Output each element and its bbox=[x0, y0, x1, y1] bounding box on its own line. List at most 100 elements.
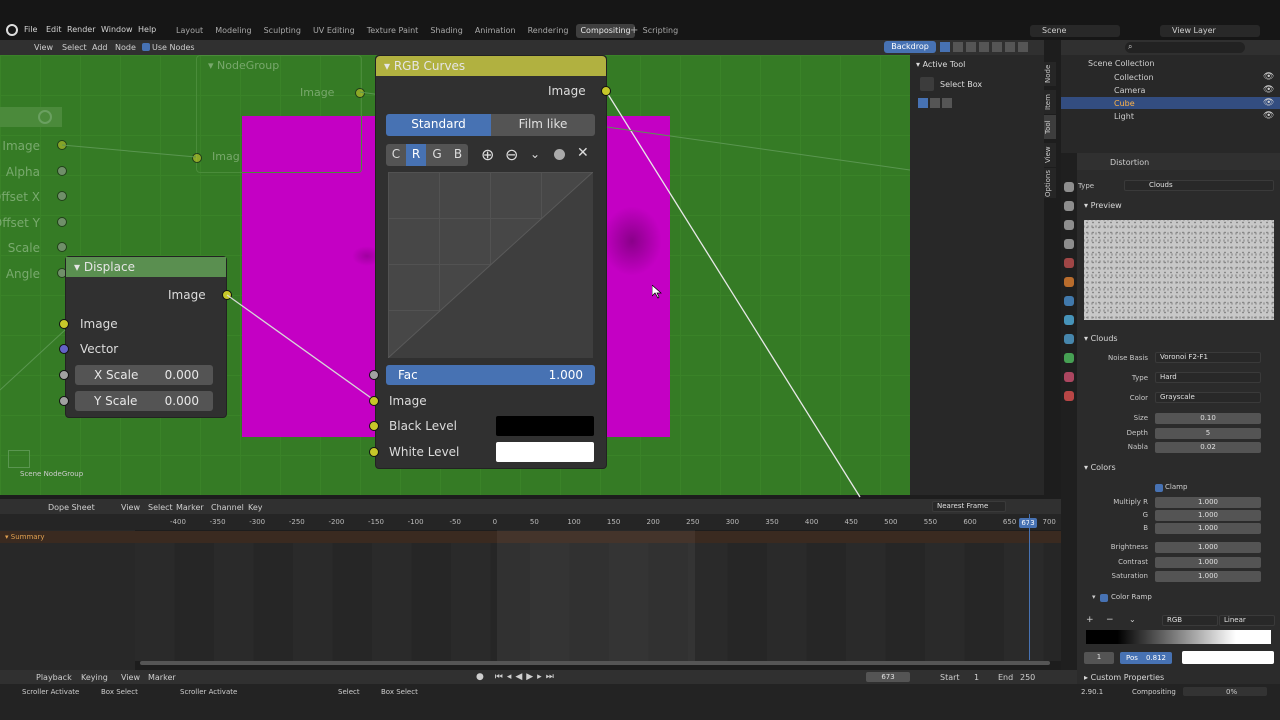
property-tab-icon[interactable] bbox=[1064, 353, 1074, 363]
dopesheet-channel[interactable]: Channel bbox=[211, 503, 244, 512]
end-value[interactable]: 250 bbox=[1020, 673, 1035, 682]
playback-controls[interactable]: ● ⏮◂◀▶▸⏭ bbox=[476, 672, 558, 682]
preview-section[interactable]: ▾ Preview bbox=[1084, 201, 1122, 210]
color-ramp-checkbox[interactable] bbox=[1100, 594, 1108, 602]
fac-socket[interactable] bbox=[369, 370, 379, 380]
timeline-view-menu[interactable]: View bbox=[121, 673, 140, 682]
multiply-b-label: B bbox=[1143, 524, 1148, 532]
property-tab-icon[interactable] bbox=[1064, 334, 1074, 344]
channel-b-button[interactable]: B bbox=[448, 144, 468, 166]
multiply-r-field[interactable]: 1.000 bbox=[1155, 497, 1261, 508]
dopesheet-select[interactable]: Select bbox=[148, 503, 173, 512]
fac-slider[interactable]: Fac 1.000 bbox=[386, 365, 595, 385]
color-ramp-toggle[interactable]: ▾ bbox=[1092, 593, 1096, 601]
color-dropdown[interactable]: Grayscale bbox=[1155, 392, 1261, 403]
clamp-checkbox[interactable] bbox=[1155, 484, 1163, 492]
clouds-section[interactable]: ▾ Clouds bbox=[1084, 334, 1118, 343]
eye-icon[interactable]: 👁 bbox=[1263, 98, 1274, 108]
dopesheet-mode[interactable]: Dope Sheet bbox=[48, 503, 95, 512]
snap-dropdown[interactable]: Nearest Frame bbox=[932, 501, 1006, 512]
chevron-down-icon[interactable]: ⌄ bbox=[530, 147, 540, 161]
ramp-interpolation[interactable]: Linear bbox=[1219, 615, 1275, 626]
outliner-camera[interactable]: Camera bbox=[1114, 86, 1145, 95]
multiply-b-field[interactable]: 1.000 bbox=[1155, 523, 1261, 534]
ramp-menu-icon[interactable]: ⌄ bbox=[1129, 615, 1136, 624]
curves-in-image-label: Image bbox=[389, 394, 427, 408]
property-tab-icon[interactable] bbox=[1064, 391, 1074, 401]
property-tab-icon[interactable] bbox=[1064, 182, 1074, 192]
horizontal-scrollbar[interactable] bbox=[140, 661, 1050, 665]
remove-stop-icon[interactable]: − bbox=[1106, 615, 1114, 625]
sidebar-tab-tool[interactable]: Tool bbox=[1044, 115, 1056, 139]
ramp-pos-field[interactable]: Pos 0.812 bbox=[1120, 652, 1172, 664]
sidebar-tab-options[interactable]: Options bbox=[1044, 168, 1056, 198]
nabla-field[interactable]: 0.02 bbox=[1155, 442, 1261, 453]
black-level-swatch[interactable] bbox=[496, 416, 594, 436]
eye-icon[interactable]: 👁 bbox=[1263, 111, 1274, 121]
texture-type-dropdown[interactable]: Clouds bbox=[1124, 180, 1274, 191]
zoom-in-icon[interactable]: ⊕ bbox=[481, 145, 494, 164]
sidebar-tab-node[interactable]: Node bbox=[1044, 62, 1056, 86]
color-ramp-gradient[interactable] bbox=[1086, 630, 1271, 644]
property-tab-icon[interactable] bbox=[1064, 239, 1074, 249]
brightness-field[interactable]: 1.000 bbox=[1155, 542, 1261, 553]
saturation-field[interactable]: 1.000 bbox=[1155, 571, 1261, 582]
size-field[interactable]: 0.10 bbox=[1155, 413, 1261, 424]
outliner-search-input[interactable] bbox=[1125, 42, 1245, 53]
reset-x-icon[interactable]: ✕ bbox=[577, 145, 589, 161]
noise-type-dropdown[interactable]: Hard bbox=[1155, 372, 1261, 383]
start-value[interactable]: 1 bbox=[974, 673, 979, 682]
contrast-field[interactable]: 1.000 bbox=[1155, 557, 1261, 568]
current-frame-indicator[interactable]: 673 bbox=[1019, 518, 1037, 528]
black-level-socket[interactable] bbox=[369, 421, 379, 431]
standard-button[interactable]: Standard bbox=[386, 114, 491, 136]
property-tab-icon[interactable] bbox=[1064, 315, 1074, 325]
collection-label[interactable]: Collection bbox=[1114, 73, 1154, 82]
dopesheet-view[interactable]: View bbox=[121, 503, 140, 512]
ramp-stop-color[interactable] bbox=[1182, 651, 1274, 664]
sidebar-tab-item[interactable]: Item bbox=[1044, 90, 1056, 114]
white-level-socket[interactable] bbox=[369, 447, 379, 457]
outliner-cube[interactable]: Cube bbox=[1114, 99, 1135, 108]
zoom-out-icon[interactable]: ⊖ bbox=[505, 145, 518, 164]
depth-field[interactable]: 5 bbox=[1155, 428, 1261, 439]
summary-label[interactable]: ▾ Summary bbox=[5, 533, 45, 541]
playback-menu[interactable]: Playback bbox=[36, 673, 72, 682]
channel-g-button[interactable]: G bbox=[427, 144, 447, 166]
frame-field[interactable]: 673 bbox=[866, 672, 910, 682]
property-tab-icon[interactable] bbox=[1064, 258, 1074, 268]
ramp-color-mode[interactable]: RGB bbox=[1162, 615, 1218, 626]
view-layer-selector[interactable]: View Layer bbox=[1160, 25, 1260, 37]
sidebar-tab-view[interactable]: View bbox=[1044, 143, 1056, 167]
outliner-light[interactable]: Light bbox=[1114, 112, 1134, 121]
property-tab-icon[interactable] bbox=[1064, 296, 1074, 306]
property-tab-icon[interactable] bbox=[1064, 220, 1074, 230]
colors-section[interactable]: ▾ Colors bbox=[1084, 463, 1116, 472]
multiply-g-field[interactable]: 1.000 bbox=[1155, 510, 1261, 521]
eye-icon[interactable]: 👁 bbox=[1263, 72, 1274, 82]
curve-graph[interactable] bbox=[388, 172, 593, 358]
clipping-icon[interactable] bbox=[554, 149, 565, 160]
channel-r-button[interactable]: R bbox=[406, 144, 426, 166]
select-mode-buttons[interactable] bbox=[918, 98, 954, 108]
eye-icon[interactable]: 👁 bbox=[1263, 85, 1274, 95]
channel-c-button[interactable]: C bbox=[386, 144, 406, 166]
property-tab-icon[interactable] bbox=[1064, 201, 1074, 211]
property-tab-icon[interactable] bbox=[1064, 372, 1074, 382]
dopesheet-marker[interactable]: Marker bbox=[176, 503, 204, 512]
custom-properties-section[interactable]: ▸ Custom Properties bbox=[1084, 673, 1164, 682]
white-level-swatch[interactable] bbox=[496, 442, 594, 462]
keying-menu[interactable]: Keying bbox=[81, 673, 108, 682]
film-like-button[interactable]: Film like bbox=[491, 114, 595, 136]
select-box-tool-icon[interactable] bbox=[920, 77, 934, 91]
scene-collection-label[interactable]: Scene Collection bbox=[1088, 59, 1155, 68]
property-tab-icon[interactable] bbox=[1064, 277, 1074, 287]
curves-image-socket[interactable] bbox=[369, 396, 379, 406]
ramp-stop-index[interactable]: 1 bbox=[1084, 652, 1114, 664]
texture-name[interactable]: Distortion bbox=[1110, 158, 1149, 167]
dopesheet-key[interactable]: Key bbox=[248, 503, 263, 512]
noise-basis-dropdown[interactable]: Voronoi F2-F1 bbox=[1155, 352, 1261, 363]
timeline-marker-menu[interactable]: Marker bbox=[148, 673, 176, 682]
curves-output-socket[interactable] bbox=[601, 86, 611, 96]
add-stop-icon[interactable]: + bbox=[1086, 615, 1094, 625]
